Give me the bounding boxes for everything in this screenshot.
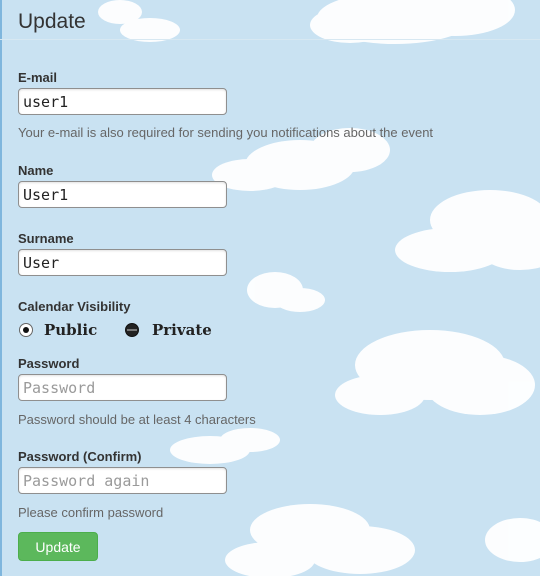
panel-left-border — [0, 0, 2, 576]
surname-label: Surname — [18, 231, 74, 246]
password-help-text: Password should be at least 4 characters — [18, 412, 256, 427]
password-confirm-help-text: Please confirm password — [18, 505, 164, 520]
visibility-option-public[interactable]: Public — [44, 321, 97, 339]
radio-selected-icon[interactable] — [19, 323, 33, 337]
page-title: Update — [18, 10, 86, 33]
update-button[interactable]: Update — [18, 532, 98, 561]
password-confirm-field[interactable] — [18, 467, 227, 494]
email-field[interactable] — [18, 88, 227, 115]
calendar-visibility-label: Calendar Visibility — [18, 299, 131, 314]
email-label: E-mail — [18, 70, 58, 85]
name-label: Name — [18, 163, 54, 178]
update-form: Update E-mail Your e-mail is also requir… — [0, 0, 540, 576]
surname-field[interactable] — [18, 249, 227, 276]
name-field[interactable] — [18, 181, 227, 208]
visibility-option-private[interactable]: Private — [152, 321, 212, 339]
password-confirm-label: Password (Confirm) — [18, 449, 142, 464]
password-label: Password — [18, 356, 80, 371]
title-divider — [0, 39, 540, 40]
password-field[interactable] — [18, 374, 227, 401]
email-help-text: Your e-mail is also required for sending… — [18, 125, 434, 140]
radio-unselected-icon[interactable] — [125, 323, 139, 337]
